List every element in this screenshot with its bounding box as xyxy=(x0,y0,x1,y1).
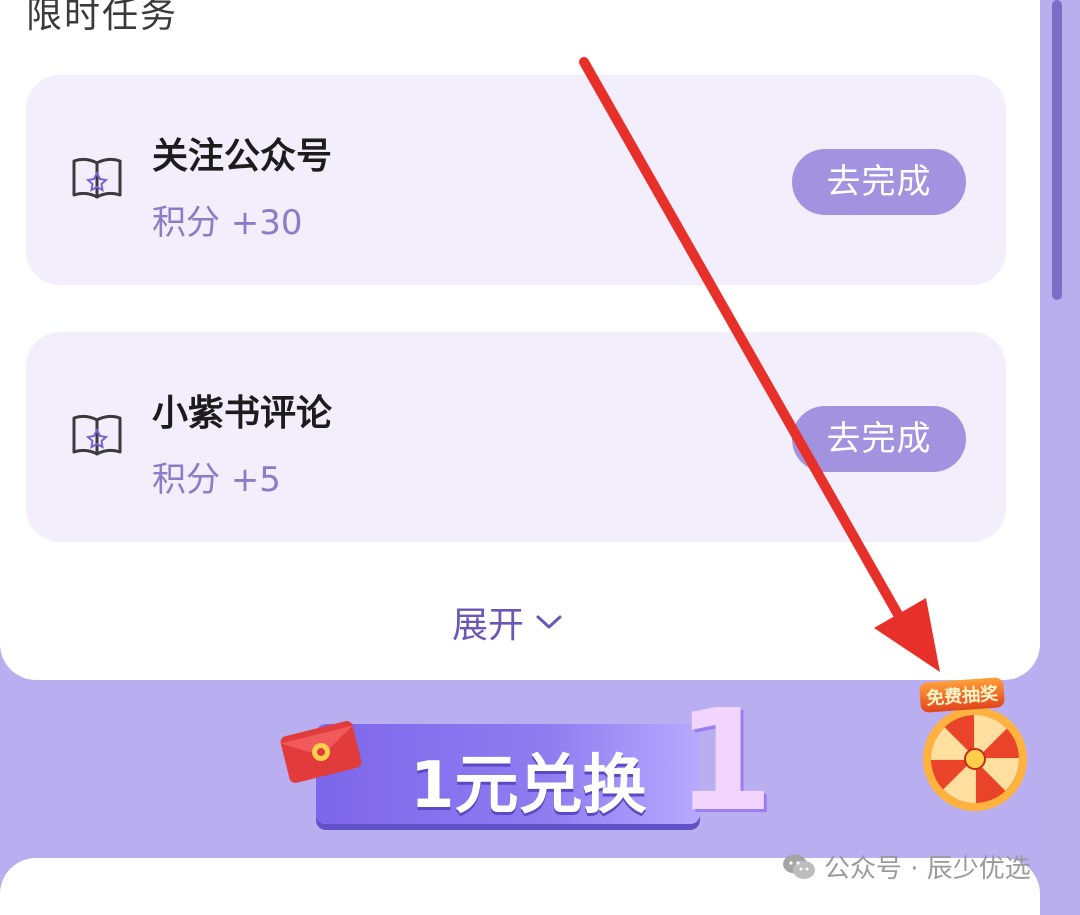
task-card-follow: 关注公众号 积分 +30 去完成 xyxy=(26,75,1006,285)
task-points: 积分 +30 xyxy=(152,203,303,243)
redeem-label: 1元兑换 xyxy=(410,749,647,823)
book-star-icon xyxy=(72,414,122,456)
watermark: 公众号 · 辰少优选 xyxy=(782,848,1031,885)
chevron-down-icon xyxy=(536,615,562,629)
free-lottery-button[interactable]: 免费抽奖 xyxy=(902,672,1062,822)
complete-button[interactable]: 去完成 xyxy=(792,149,966,215)
scrollbar[interactable] xyxy=(1052,0,1062,300)
task-title: 小紫书评论 xyxy=(152,393,333,434)
section-title: 限时任务 xyxy=(26,0,179,36)
prize-wheel-icon xyxy=(923,707,1027,811)
book-star-icon xyxy=(72,157,122,199)
task-points: 积分 +5 xyxy=(152,460,281,500)
task-card-review: 小紫书评论 积分 +5 去完成 xyxy=(26,332,1006,542)
redeem-banner[interactable]: 1元兑换 1 xyxy=(280,690,773,840)
expand-label: 展开 xyxy=(452,605,525,646)
wechat-icon xyxy=(783,854,815,879)
expand-button[interactable]: 展开 xyxy=(452,596,564,648)
task-page: 限时任务 关注公众号 积分 +30 去完成 小紫书评论 积分 +5 去完成 展开 xyxy=(0,0,1080,915)
watermark-text: 公众号 · 辰少优选 xyxy=(824,854,1031,884)
complete-button[interactable]: 去完成 xyxy=(792,406,966,472)
lottery-label: 免费抽奖 xyxy=(919,677,1005,713)
redeem-big-digit: 1 xyxy=(676,680,774,843)
task-title: 关注公众号 xyxy=(152,136,333,177)
